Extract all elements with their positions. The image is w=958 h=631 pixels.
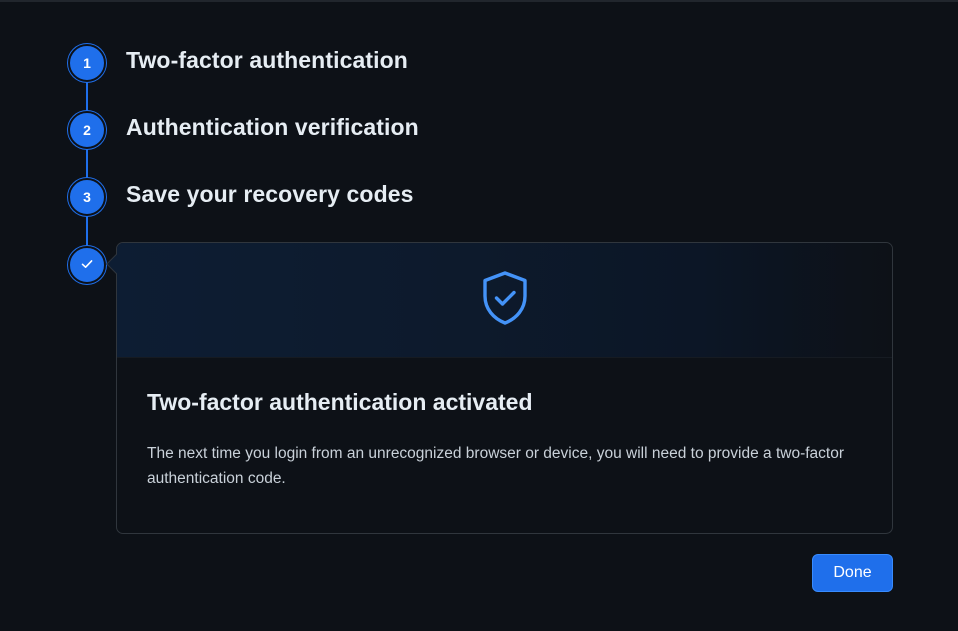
card-description: The next time you login from an unrecogn… (147, 445, 844, 487)
shield-check-icon (479, 269, 531, 332)
success-card: Two-factor authentication activated The … (106, 242, 893, 534)
step-number: 3 (83, 189, 91, 205)
step-2-title: Authentication verification (126, 114, 419, 140)
step-2-indicator: 2 (68, 111, 106, 149)
step-complete-indicator (68, 246, 106, 284)
step-number: 2 (83, 122, 91, 138)
step-connector (86, 214, 88, 248)
done-button[interactable]: Done (812, 554, 893, 592)
step-3-indicator: 3 (68, 178, 106, 216)
step-number: 1 (83, 55, 91, 71)
setup-stepper: 1 Two-factor authentication 2 Authentica… (0, 0, 958, 631)
step-1-indicator: 1 (68, 44, 106, 82)
check-icon (79, 256, 95, 275)
step-connector (86, 80, 88, 114)
step-connector (86, 147, 88, 181)
card-banner (117, 243, 892, 358)
step-3-title: Save your recovery codes (126, 181, 414, 207)
step-1-title: Two-factor authentication (126, 47, 408, 73)
card-title: Two-factor authentication activated (147, 389, 533, 415)
